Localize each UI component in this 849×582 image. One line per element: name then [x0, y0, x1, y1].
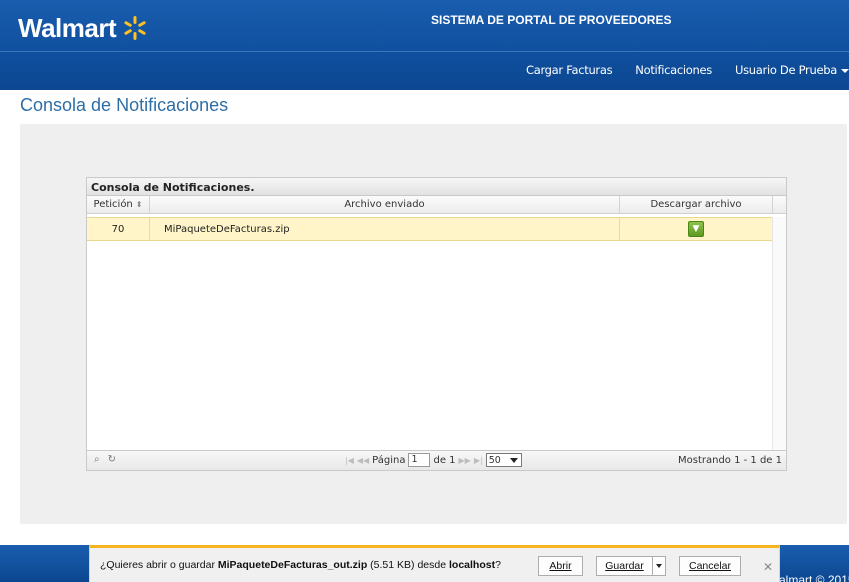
column-header-archivo[interactable]: Archivo enviado: [150, 196, 620, 213]
prev-page-icon[interactable]: ◀◀: [357, 456, 369, 465]
last-page-icon[interactable]: ▶|: [474, 456, 483, 465]
close-icon[interactable]: ✕: [763, 560, 773, 574]
column-label: Descargar archivo: [650, 199, 742, 210]
first-page-icon[interactable]: |◀: [345, 456, 354, 465]
download-message: ¿Quieres abrir o guardar MiPaqueteDeFact…: [100, 559, 501, 571]
nav-upload-invoices[interactable]: Cargar Facturas: [526, 63, 613, 77]
column-label: Archivo enviado: [344, 199, 425, 210]
pager: ⌕ ↻ |◀ ◀◀ Página 1 de 1 ▶▶ ▶| 50 Mostrand…: [87, 450, 786, 470]
save-options-button[interactable]: [652, 556, 666, 576]
walmart-logo[interactable]: Walmart: [18, 10, 148, 46]
cell-descargar: ▼: [620, 218, 773, 240]
logo-text: Walmart: [18, 12, 117, 43]
header-divider: [0, 51, 849, 52]
notifications-grid: Consola de Notificaciones. Petición ⬍ Arc…: [86, 177, 787, 471]
pager-controls: |◀ ◀◀ Página 1 de 1 ▶▶ ▶| 50: [345, 453, 522, 467]
page-total: de 1: [433, 454, 456, 466]
cancel-button[interactable]: Cancelar: [679, 556, 741, 576]
page-size-value: 50: [488, 454, 501, 466]
chevron-down-icon: [656, 564, 662, 568]
search-icon[interactable]: ⌕: [94, 454, 100, 465]
download-filename: MiPaqueteDeFacturas_out.zip: [217, 559, 368, 571]
open-label: Abrir: [549, 560, 572, 572]
grid-caption: Consola de Notificaciones.: [87, 178, 786, 196]
page-title: Consola de Notificaciones: [20, 95, 229, 115]
top-nav: Cargar Facturas Notificaciones Usuario D…: [503, 63, 849, 77]
footer-copyright: almart © 2015: [779, 573, 849, 582]
records-status: Mostrando 1 - 1 de 1: [677, 455, 782, 466]
page-size-select[interactable]: 50: [485, 453, 522, 467]
pager-tools: ⌕ ↻: [94, 454, 124, 465]
user-name: Usuario De Prueba: [734, 63, 837, 77]
header: Walmart SISTEMA DE PORTAL DE PROVEEDORES…: [0, 0, 849, 90]
page-label: Página: [372, 454, 406, 466]
caret-down-icon: [841, 68, 849, 73]
walmart-spark-icon: [124, 16, 146, 40]
user-menu[interactable]: Usuario De Prueba: [735, 63, 849, 77]
nav-notifications[interactable]: Notificaciones: [635, 63, 712, 77]
cancel-label: Cancelar: [688, 560, 732, 572]
download-size: (5.51 KB) desde: [367, 559, 449, 571]
cell-archivo: MiPaqueteDeFacturas.zip: [150, 218, 620, 240]
next-page-icon[interactable]: ▶▶: [459, 456, 471, 465]
column-header-peticion[interactable]: Petición ⬍: [87, 196, 150, 213]
chevron-down-icon: [509, 457, 518, 463]
table-row[interactable]: 70 MiPaqueteDeFacturas.zip ▼: [87, 217, 773, 241]
open-button[interactable]: Abrir: [538, 556, 583, 576]
save-label: Guardar: [605, 560, 644, 572]
download-prefix: ¿Quieres abrir o guardar: [100, 559, 218, 571]
vertical-scrollbar[interactable]: [772, 217, 786, 451]
column-header-descargar[interactable]: Descargar archivo: [620, 196, 773, 213]
portal-title: SISTEMA DE PORTAL DE PROVEEDORES: [431, 13, 672, 27]
cell-peticion: 70: [87, 218, 150, 240]
page-number-input[interactable]: 1: [408, 453, 431, 467]
download-suffix: ?: [495, 559, 501, 571]
save-button[interactable]: Guardar: [596, 556, 653, 576]
refresh-icon[interactable]: ↻: [108, 454, 116, 465]
grid-header: Petición ⬍ Archivo enviado Descargar arch…: [87, 196, 786, 214]
download-icon[interactable]: ▼: [688, 221, 704, 237]
column-label: Petición: [93, 199, 133, 210]
sort-icon: ⬍: [135, 200, 143, 209]
download-host: localhost: [448, 559, 496, 571]
download-bar: ¿Quieres abrir o guardar MiPaqueteDeFact…: [89, 545, 780, 582]
